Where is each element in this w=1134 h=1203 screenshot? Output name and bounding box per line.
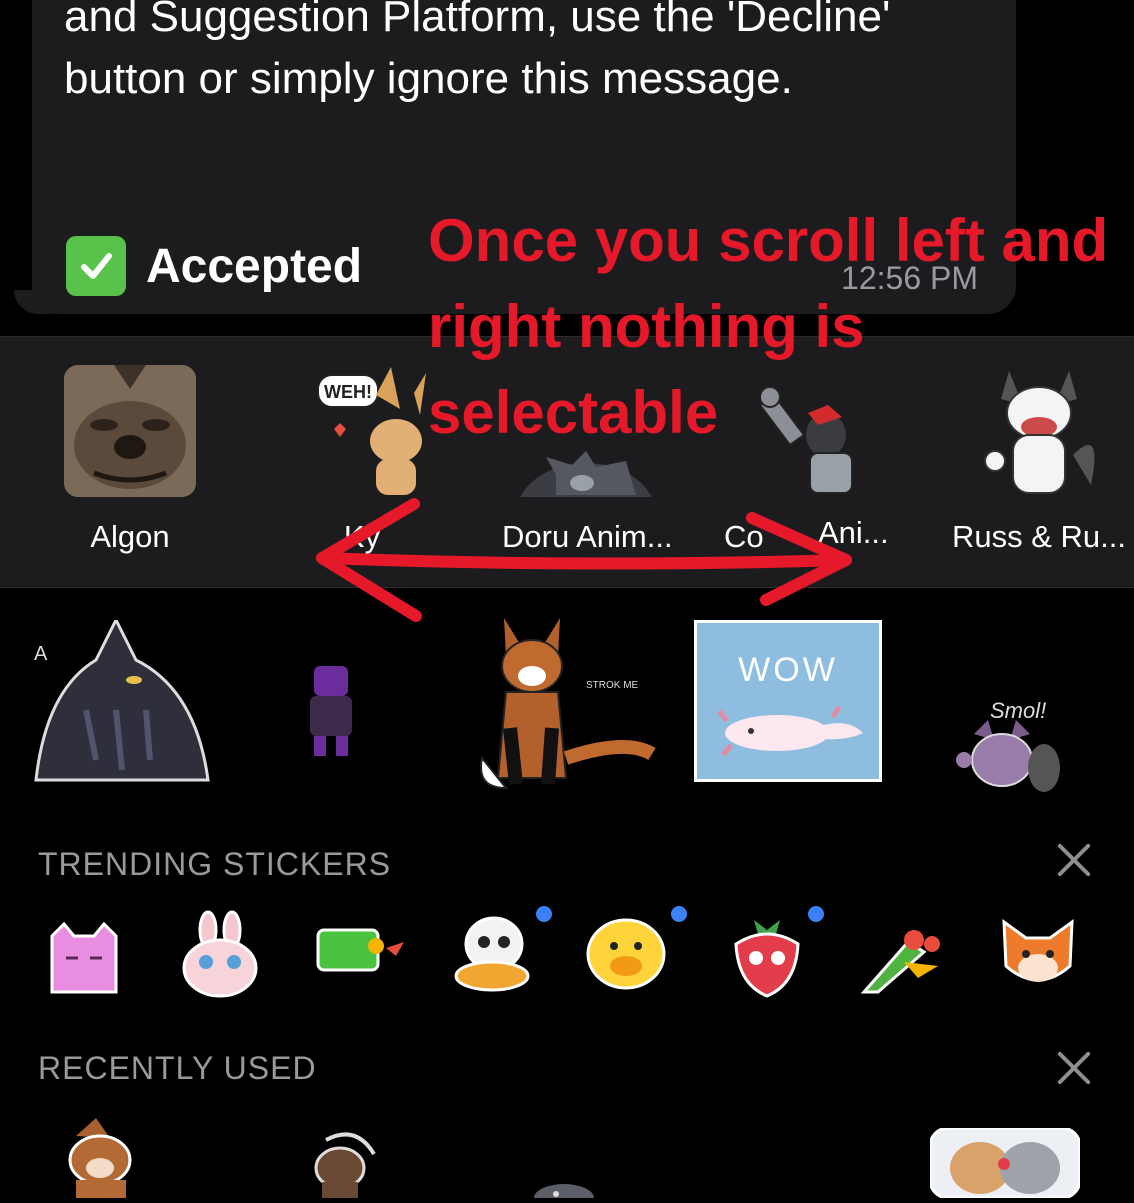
close-trending-icon[interactable] [1056, 842, 1092, 878]
trending-sticker-green-bird[interactable] [858, 922, 942, 996]
close-recent-icon[interactable] [1056, 1050, 1092, 1086]
recent-section-title: RECENTLY USED [38, 1050, 317, 1086]
trending-sticker-bunny[interactable] [180, 910, 260, 1000]
new-indicator-dot [808, 906, 824, 922]
sticker-weh-text: WEH! [324, 382, 372, 402]
trending-sticker-pink-cat[interactable] [44, 916, 124, 996]
pack-thumbnail: WEH! [296, 365, 428, 497]
pack-label: Russ & Ru... [952, 519, 1126, 554]
trending-sticker-duck-bird[interactable] [452, 914, 536, 994]
recent-sticker-grey-creature[interactable] [532, 1176, 596, 1203]
recent-sticker-brown-fox[interactable] [56, 1116, 146, 1203]
pack-label: Algon [90, 519, 170, 554]
sticker-wow-text: WOW [738, 651, 838, 689]
new-indicator-dot [536, 906, 552, 922]
sticker-smol-text: Smol! [990, 698, 1046, 723]
svg-text:STROK ME: STROK ME [586, 680, 639, 691]
sticker-wow-axolotl[interactable]: WOW [694, 620, 882, 782]
trending-sticker-fox-face[interactable] [1000, 918, 1076, 990]
trending-sticker-green-block[interactable] [316, 922, 406, 982]
trending-sticker-strawberry[interactable] [730, 914, 804, 998]
sticker-purple-figure[interactable] [302, 662, 362, 763]
svg-text:A: A [34, 643, 48, 665]
pack-thumbnail [64, 365, 196, 497]
trending-section-title: TRENDING STICKERS [38, 846, 392, 882]
status-label: Accepted [146, 239, 363, 293]
message-text: and Suggestion Platform, use the 'Declin… [64, 0, 891, 103]
new-indicator-dot [671, 906, 687, 922]
sticker-smol[interactable]: Smol! [954, 690, 1064, 805]
recent-sticker-hugging-pair[interactable] [928, 1126, 1082, 1203]
recent-sticker-dark-fox[interactable] [296, 1128, 386, 1203]
sticker-fox[interactable]: STROK ME [476, 608, 656, 803]
status-row: Accepted [66, 236, 362, 296]
check-mark-icon [66, 236, 126, 296]
pack-algon[interactable]: Algon [50, 365, 210, 555]
sticker-dark-creature[interactable]: A [26, 616, 216, 795]
double-arrow-icon [316, 498, 852, 622]
trending-sticker-yellow-duck[interactable] [586, 918, 666, 998]
annotation-text: Once you scroll left and right nothing i… [428, 207, 1109, 446]
